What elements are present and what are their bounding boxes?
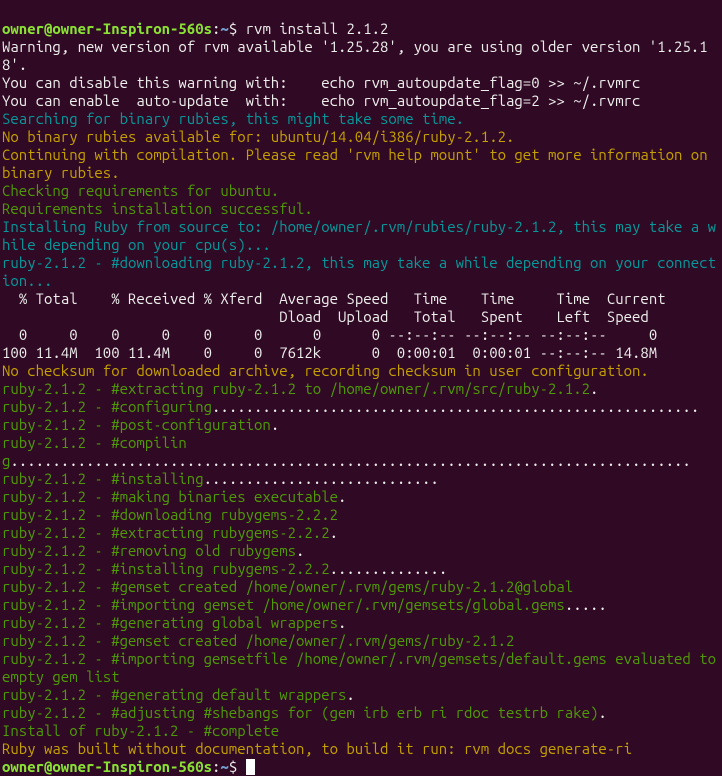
step-action: gemset created /home/owner/.rvm/gems/rub… <box>120 578 574 595</box>
output-line: Requirements installation successful. <box>2 200 720 218</box>
step-dots: .............. <box>330 560 448 577</box>
step-dots: . <box>590 380 598 397</box>
final-line: Install of ruby-2.1.2 - #complete <box>2 722 720 740</box>
output-line: Continuing with compilation. Please read… <box>2 146 720 182</box>
step-dots: ........................................… <box>212 398 699 415</box>
output-line: % Total % Received % Xferd Average Speed… <box>2 290 720 308</box>
step-action: extracting ruby-2.1.2 to /home/owner/.rv… <box>120 380 590 397</box>
output-line: Warning, new version of rvm available '1… <box>2 38 720 74</box>
prompt-path: ~ <box>220 20 228 37</box>
output-line: ruby-2.1.2 - #downloading ruby-2.1.2, th… <box>2 254 720 290</box>
step-prefix: ruby-2.1.2 - # <box>2 686 120 703</box>
step-prefix: ruby-2.1.2 - # <box>2 560 120 577</box>
step-dots: . <box>346 686 354 703</box>
step-line: ruby-2.1.2 - #gemset created /home/owner… <box>2 632 720 650</box>
step-action: removing old rubygems <box>120 542 296 559</box>
step-line: ruby-2.1.2 - #generating global wrappers… <box>2 614 720 632</box>
output-line: No binary rubies available for: ubuntu/1… <box>2 128 720 146</box>
step-line: ruby-2.1.2 - #importing gemset /home/own… <box>2 596 720 614</box>
step-line: ruby-2.1.2 - #adjusting #shebangs for (g… <box>2 704 720 722</box>
step-line: ruby-2.1.2 - #gemset created /home/owner… <box>2 578 720 596</box>
step-line: ruby-2.1.2 - #installing................… <box>2 470 720 488</box>
step-line: ruby-2.1.2 - #extracting rubygems-2.2.2. <box>2 524 720 542</box>
step-prefix: ruby-2.1.2 - # <box>2 398 120 415</box>
step-line: ruby-2.1.2 - #importing gemsetfile /home… <box>2 650 720 686</box>
prompt-path-2: ~ <box>220 758 228 775</box>
step-action: gemset created /home/owner/.rvm/gems/rub… <box>120 632 515 649</box>
step-prefix: ruby-2.1.2 - # <box>2 578 120 595</box>
step-dots: . <box>296 542 304 559</box>
step-prefix: ruby-2.1.2 - # <box>2 416 120 433</box>
prompt-sep-2: : <box>212 758 220 775</box>
step-prefix: ruby-2.1.2 - # <box>2 506 120 523</box>
output-line: You can disable this warning with: echo … <box>2 74 720 92</box>
final-line: Ruby was built without documentation, to… <box>2 740 720 758</box>
step-dots: . <box>598 704 606 721</box>
output-line: You can enable auto-update with: echo rv… <box>2 92 720 110</box>
step-dots: ............................ <box>204 470 439 487</box>
step-line: ruby-2.1.2 - #extracting ruby-2.1.2 to /… <box>2 380 720 398</box>
step-line: ruby-2.1.2 - #installing rubygems-2.2.2.… <box>2 560 720 578</box>
prompt-user-2: owner@owner-Inspiron-560s <box>2 758 212 775</box>
step-prefix: ruby-2.1.2 - # <box>2 542 120 559</box>
prompt-user: owner@owner-Inspiron-560s <box>2 20 212 37</box>
prompt-end-2: $ <box>229 758 246 775</box>
step-action: making binaries executable <box>120 488 338 505</box>
step-prefix: ruby-2.1.2 - # <box>2 632 120 649</box>
step-action: adjusting #shebangs for (gem irb erb ri … <box>120 704 599 721</box>
step-action: importing gemset /home/owner/.rvm/gemset… <box>120 596 565 613</box>
step-line: ruby-2.1.2 - #post-configuration. <box>2 416 720 434</box>
output-line: Dload Upload Total Spent Left Speed <box>2 308 720 326</box>
prompt-end: $ <box>229 20 246 37</box>
step-action: installing rubygems-2.2.2 <box>120 560 330 577</box>
output-line: Searching for binary rubies, this might … <box>2 110 720 128</box>
step-dots: . <box>338 614 346 631</box>
step-prefix: ruby-2.1.2 - # <box>2 704 120 721</box>
step-prefix: ruby-2.1.2 - # <box>2 470 120 487</box>
step-action: installing <box>120 470 204 487</box>
step-dots: . <box>330 524 338 541</box>
step-action: generating global wrappers <box>120 614 338 631</box>
output-line: Installing Ruby from source to: /home/ow… <box>2 218 720 254</box>
step-action: generating default wrappers <box>120 686 347 703</box>
command-text: rvm install 2.1.2 <box>246 20 389 37</box>
step-prefix: ruby-2.1.2 - # <box>2 614 120 631</box>
step-prefix: ruby-2.1.2 - # <box>2 380 120 397</box>
terminal-output[interactable]: owner@owner-Inspiron-560s:~$ rvm install… <box>2 2 720 776</box>
step-prefix: ruby-2.1.2 - # <box>2 524 120 541</box>
step-dots: ........................................… <box>10 452 690 469</box>
step-line: ruby-2.1.2 - #removing old rubygems. <box>2 542 720 560</box>
output-line: 100 11.4M 100 11.4M 0 0 7612k 0 0:00:01 … <box>2 344 720 362</box>
step-dots: . <box>338 488 346 505</box>
output-line: 0 0 0 0 0 0 0 0 --:--:-- --:--:-- --:--:… <box>2 326 720 344</box>
step-line: ruby-2.1.2 - #downloading rubygems-2.2.2 <box>2 506 720 524</box>
step-prefix: ruby-2.1.2 - # <box>2 596 120 613</box>
step-prefix: ruby-2.1.2 - # <box>2 488 120 505</box>
step-line: ruby-2.1.2 - #generating default wrapper… <box>2 686 720 704</box>
step-dots: ..... <box>565 596 607 613</box>
step-line: ruby-2.1.2 - #making binaries executable… <box>2 488 720 506</box>
cursor[interactable] <box>246 759 255 775</box>
step-dots: . <box>271 416 279 433</box>
output-line: No checksum for downloaded archive, reco… <box>2 362 720 380</box>
step-prefix: ruby-2.1.2 - # <box>2 650 120 667</box>
step-prefix: ruby-2.1.2 - # <box>2 434 120 451</box>
step-line: ruby-2.1.2 - #configuring...............… <box>2 398 720 416</box>
step-action: downloading rubygems-2.2.2 <box>120 506 338 523</box>
step-line: ruby-2.1.2 - #compiling.................… <box>2 434 720 470</box>
step-action: configuring <box>120 398 212 415</box>
output-line: Checking requirements for ubuntu. <box>2 182 720 200</box>
step-action: extracting rubygems-2.2.2 <box>120 524 330 541</box>
step-action: post-configuration <box>120 416 271 433</box>
